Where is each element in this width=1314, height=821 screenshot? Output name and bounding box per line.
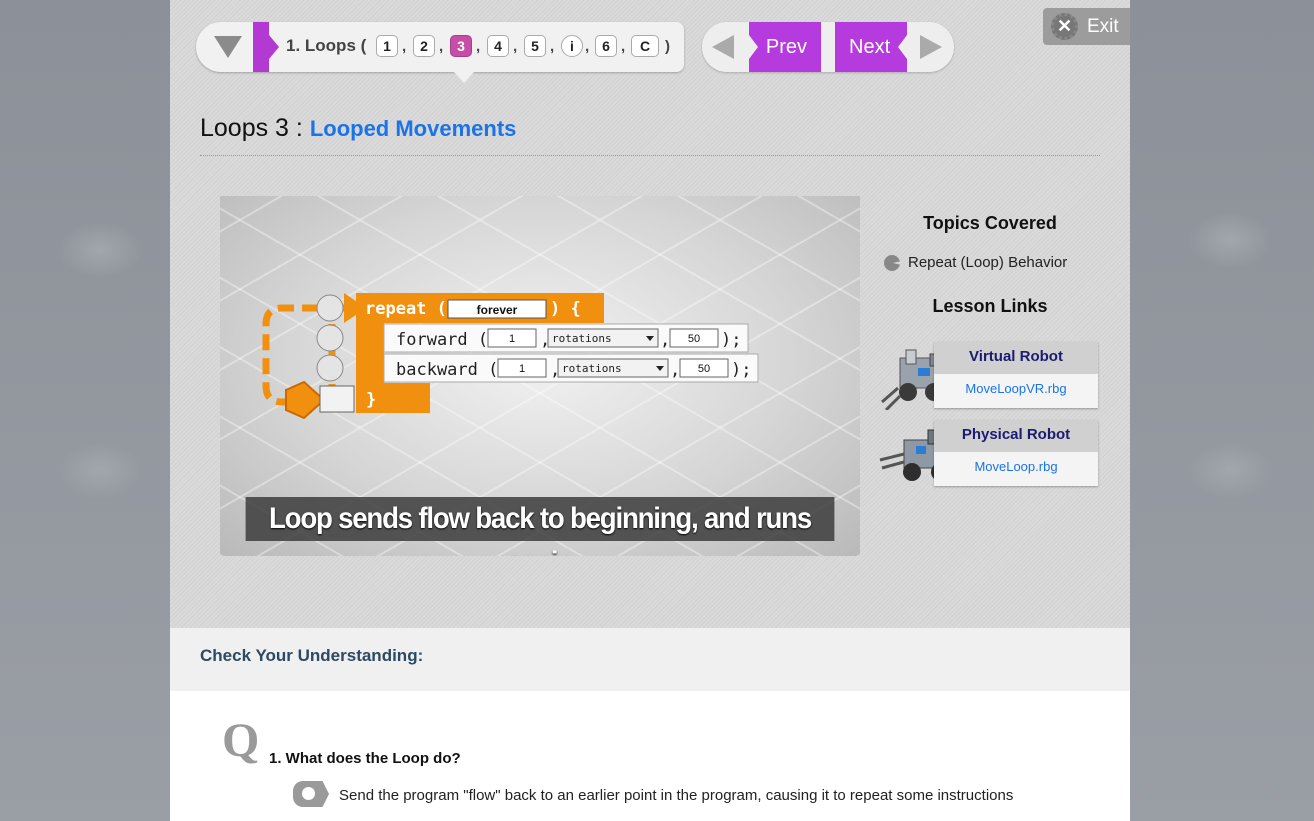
separator: ,: [476, 38, 481, 55]
arrow-left-icon[interactable]: [712, 35, 734, 59]
forward-keyword: forward (: [396, 330, 488, 350]
heading-divider: [200, 155, 1100, 156]
page-title-main: Loops 3 :: [200, 114, 303, 142]
prev-button[interactable]: Prev: [749, 22, 821, 72]
physical-robot-link[interactable]: Physical Robot MoveLoop.rbg: [934, 420, 1098, 486]
gutter-dot: [316, 354, 344, 382]
lesson-panel: 1. Loops ( 1 , 2 , 3 , 4 , 5 , i , 6 , C…: [170, 0, 1130, 821]
arrow-right-icon[interactable]: [920, 35, 942, 59]
separator: ,: [402, 38, 407, 55]
page-title-sub: Looped Movements: [309, 116, 517, 141]
virtual-robot-header: Virtual Robot: [934, 342, 1098, 374]
next-button[interactable]: Next: [835, 22, 907, 72]
separator: ,: [621, 38, 626, 55]
question-icon: Q: [222, 714, 260, 767]
separator: ,: [550, 38, 555, 55]
page-pill-6[interactable]: 6: [595, 35, 617, 57]
separator: ,: [670, 360, 680, 380]
backward-speed: 50: [698, 363, 710, 375]
chevron-down-icon[interactable]: [214, 36, 242, 58]
topic-item: Repeat (Loop) Behavior: [884, 254, 1068, 272]
puzzle-bullet-icon: [884, 255, 900, 272]
separator: ,: [439, 38, 444, 55]
closing-paren: ): [665, 38, 670, 55]
page-pill-challenge[interactable]: C: [631, 35, 659, 57]
exit-button[interactable]: ✕ Exit: [1043, 8, 1130, 45]
close-gear-icon: ✕: [1051, 13, 1078, 40]
video-caption: Loop sends flow back to beginning, and r…: [245, 497, 835, 556]
repeat-value: forever: [477, 303, 518, 317]
prev-next-nav: Prev Next: [702, 22, 954, 72]
lesson-video[interactable]: repeat ( forever ) { } forward ( 1 , rot…: [220, 196, 860, 556]
page-pill-info[interactable]: i: [561, 35, 583, 57]
backward-unit: rotations: [562, 362, 622, 375]
backward-line-end: );: [731, 360, 751, 380]
page-pill-3-active[interactable]: 3: [450, 35, 472, 57]
physical-robot-header: Physical Robot: [934, 420, 1098, 452]
answer-bullet-icon[interactable]: [293, 781, 329, 807]
flow-marker: [285, 380, 326, 420]
virtual-robot-file[interactable]: MoveLoopVR.rbg: [934, 374, 1098, 404]
page-pill-2[interactable]: 2: [413, 35, 435, 57]
answer-text[interactable]: Send the program "flow" back to an earli…: [339, 787, 1013, 804]
forward-line-end: );: [721, 330, 741, 350]
check-understanding-band: Check Your Understanding:: [170, 628, 1130, 703]
section-marker: [253, 22, 279, 72]
question-area: Q 1. What does the Loop do? Send the pro…: [170, 691, 1130, 821]
separator: ,: [513, 38, 518, 55]
repeat-block-side: [356, 323, 384, 383]
gutter-current: [319, 385, 355, 413]
page-pill-5[interactable]: 5: [524, 35, 546, 57]
repeat-keyword: repeat (: [365, 299, 447, 319]
physical-robot-file[interactable]: MoveLoop.rbg: [934, 452, 1098, 482]
question-text: 1. What does the Loop do?: [269, 750, 461, 767]
forward-unit: rotations: [552, 332, 612, 345]
close-brace: }: [366, 390, 376, 410]
page-title: Loops 3 : Looped Movements: [200, 114, 516, 143]
forward-speed: 50: [688, 333, 700, 345]
gutter-dot: [316, 294, 344, 322]
topics-title: Topics Covered: [923, 213, 1057, 233]
gutter-dot: [316, 324, 344, 352]
topic-label: Repeat (Loop) Behavior: [908, 254, 1068, 271]
links-title: Lesson Links: [932, 296, 1048, 316]
page-pill-1[interactable]: 1: [376, 35, 398, 57]
repeat-close: ) {: [550, 299, 581, 319]
exit-label: Exit: [1087, 16, 1119, 37]
lesson-page-selector: 1. Loops ( 1 , 2 , 3 , 4 , 5 , i , 6 , C…: [196, 22, 684, 72]
forward-amount: 1: [509, 333, 515, 345]
backward-amount: 1: [519, 363, 525, 375]
page-pill-4[interactable]: 4: [487, 35, 509, 57]
backward-keyword: backward (: [396, 360, 498, 380]
selector-pointer: [454, 72, 474, 83]
separator: ,: [585, 38, 590, 55]
lesson-title: 1. Loops (: [286, 36, 367, 55]
check-title: Check Your Understanding:: [200, 646, 424, 665]
virtual-robot-link[interactable]: Virtual Robot MoveLoopVR.rbg: [934, 342, 1098, 408]
separator: ,: [660, 330, 670, 350]
